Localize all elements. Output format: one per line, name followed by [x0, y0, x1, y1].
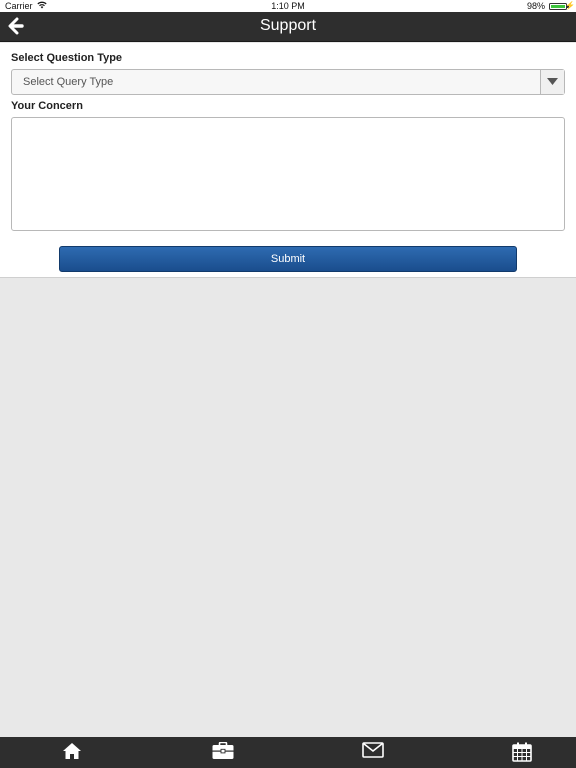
submit-button[interactable]: Submit: [59, 246, 517, 272]
concern-label: Your Concern: [11, 100, 83, 112]
tab-mail[interactable]: [300, 737, 444, 768]
support-form: Select Question Type Select Query Type Y…: [0, 43, 576, 278]
tab-bar: [0, 737, 576, 768]
tab-briefcase[interactable]: [150, 737, 294, 768]
briefcase-icon: [212, 742, 234, 759]
calendar-icon: [512, 742, 532, 762]
concern-textarea[interactable]: [11, 117, 565, 231]
charging-bolt-icon: ⚡: [565, 1, 575, 10]
status-bar: Carrier 1:10 PM 98% ⚡: [0, 0, 576, 12]
query-type-placeholder: Select Query Type: [23, 76, 114, 88]
clock: 1:10 PM: [271, 1, 305, 11]
question-type-label: Select Question Type: [11, 52, 123, 64]
home-icon: [63, 743, 81, 759]
caret-down-icon: [547, 78, 558, 85]
tab-home[interactable]: [0, 737, 144, 768]
battery-percent: 98%: [526, 1, 545, 11]
nav-bar: Support: [0, 12, 576, 42]
mail-icon: [362, 742, 384, 758]
query-type-select[interactable]: Select Query Type: [11, 69, 565, 95]
page-title: Support: [259, 17, 317, 34]
tab-calendar[interactable]: [450, 737, 576, 768]
dropdown-toggle[interactable]: [540, 70, 564, 94]
